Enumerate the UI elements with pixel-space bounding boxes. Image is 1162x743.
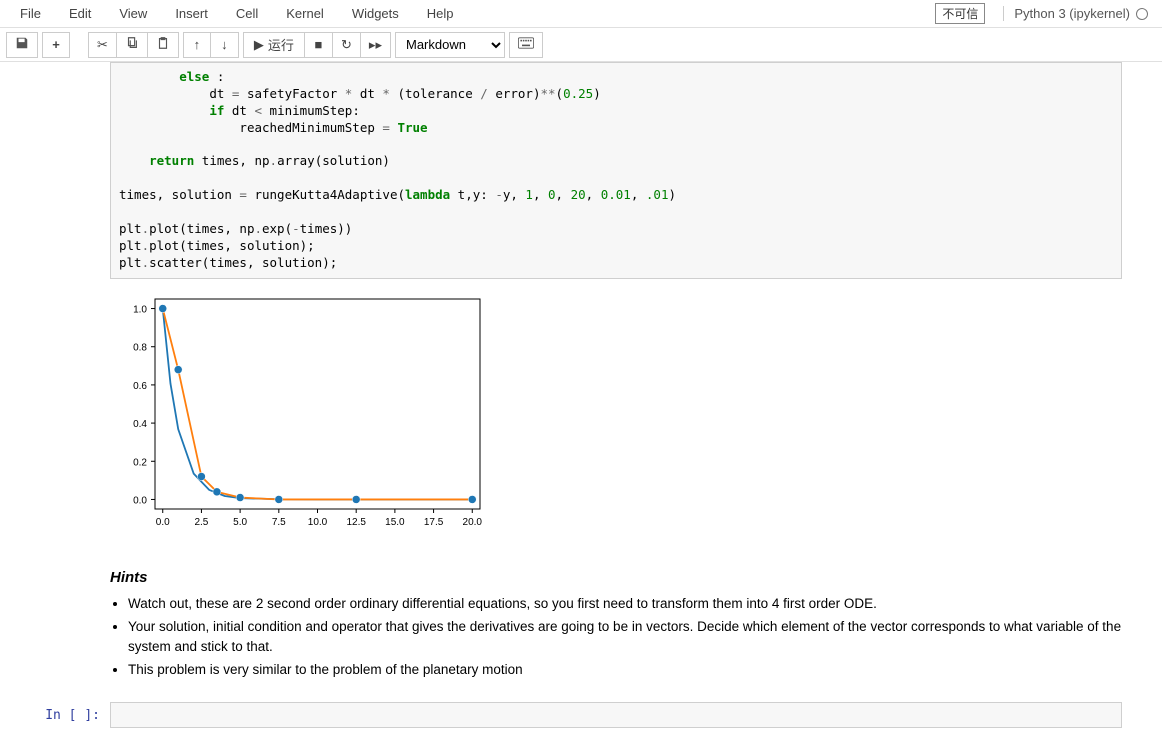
svg-text:0.2: 0.2 [133,457,147,468]
fast-forward-icon: ▸▸ [369,37,382,53]
arrow-up-icon: ↑ [194,37,201,52]
svg-text:12.5: 12.5 [346,517,366,528]
plot-figure: 0.0 0.2 0.4 0.6 0.8 1.0 0.0 2.5 5.0 7.5 10.0 12.5 15… [110,289,490,539]
menu-edit[interactable]: Edit [55,2,105,25]
menu-insert[interactable]: Insert [161,2,222,25]
svg-text:0.8: 0.8 [133,342,147,353]
menu-cell[interactable]: Cell [222,2,272,25]
add-cell-button[interactable]: + [42,32,70,58]
toolbar: + ✂ ↑ ↓ ▶ 运行 ■ ↻ [0,28,1162,62]
svg-text:17.5: 17.5 [424,517,444,528]
stop-button[interactable]: ■ [305,32,333,58]
hints-heading: Hints [110,569,1122,586]
move-down-button[interactable]: ↓ [211,32,239,58]
scissors-icon: ✂ [97,37,108,53]
paste-button[interactable] [148,32,179,58]
hint-item: Watch out, these are 2 second order ordi… [128,594,1122,614]
menubar: FileEditViewInsertCellKernelWidgetsHelp … [0,0,1162,28]
hints-list: Watch out, these are 2 second order ordi… [128,594,1122,680]
menu-widgets[interactable]: Widgets [338,2,413,25]
copy-button[interactable] [117,32,148,58]
code-cell[interactable]: else : dt = safetyFactor * dt * (toleran… [0,62,1162,684]
plot-output: 0.0 0.2 0.4 0.6 0.8 1.0 0.0 2.5 5.0 7.5 10.0 12.5 15… [110,289,1122,539]
hint-item: Your solution, initial condition and ope… [128,617,1122,656]
hints-section: Hints Watch out, these are 2 second orde… [110,569,1122,680]
svg-text:0.0: 0.0 [156,517,170,528]
trust-indicator[interactable]: 不可信 [935,3,985,24]
restart-run-all-button[interactable]: ▸▸ [361,32,391,58]
cut-button[interactable]: ✂ [88,32,117,58]
move-up-button[interactable]: ↑ [183,32,211,58]
cell-type-select[interactable]: Markdown [395,32,505,58]
kernel-status-icon[interactable] [1136,8,1148,20]
restart-icon: ↻ [341,37,352,53]
clipboard-icon [156,36,170,53]
code-editor[interactable]: else : dt = safetyFactor * dt * (toleran… [110,62,1122,279]
cell-prompt [0,62,110,684]
svg-text:7.5: 7.5 [272,517,286,528]
kernel-name[interactable]: Python 3 (ipykernel) [1003,6,1130,21]
code-editor[interactable] [110,702,1122,728]
copy-icon [125,36,139,53]
svg-text:15.0: 15.0 [385,517,405,528]
arrow-down-icon: ↓ [221,37,228,52]
plus-icon: + [52,37,60,52]
restart-button[interactable]: ↻ [333,32,361,58]
svg-text:10.0: 10.0 [308,517,328,528]
empty-code-cell[interactable]: In [ ]: [0,702,1162,729]
run-label: 运行 [268,35,294,54]
save-button[interactable] [6,32,38,58]
stop-icon: ■ [314,37,322,52]
menu-help[interactable]: Help [413,2,468,25]
run-button[interactable]: ▶ 运行 [243,32,305,58]
svg-text:0.4: 0.4 [133,419,147,430]
menu-view[interactable]: View [105,2,161,25]
cell-prompt: In [ ]: [0,702,110,729]
play-icon: ▶ [254,37,264,53]
hint-item: This problem is very similar to the prob… [128,660,1122,680]
svg-text:0.0: 0.0 [133,495,147,506]
menu-file[interactable]: File [6,2,55,25]
menu-kernel[interactable]: Kernel [272,2,338,25]
svg-text:1.0: 1.0 [133,304,147,315]
svg-text:0.6: 0.6 [133,380,147,391]
save-icon [15,36,29,53]
notebook-area[interactable]: else : dt = safetyFactor * dt * (toleran… [0,62,1162,743]
command-palette-button[interactable] [509,32,543,58]
svg-text:20.0: 20.0 [463,517,483,528]
svg-text:2.5: 2.5 [194,517,208,528]
keyboard-icon [518,37,534,52]
svg-text:5.0: 5.0 [233,517,247,528]
